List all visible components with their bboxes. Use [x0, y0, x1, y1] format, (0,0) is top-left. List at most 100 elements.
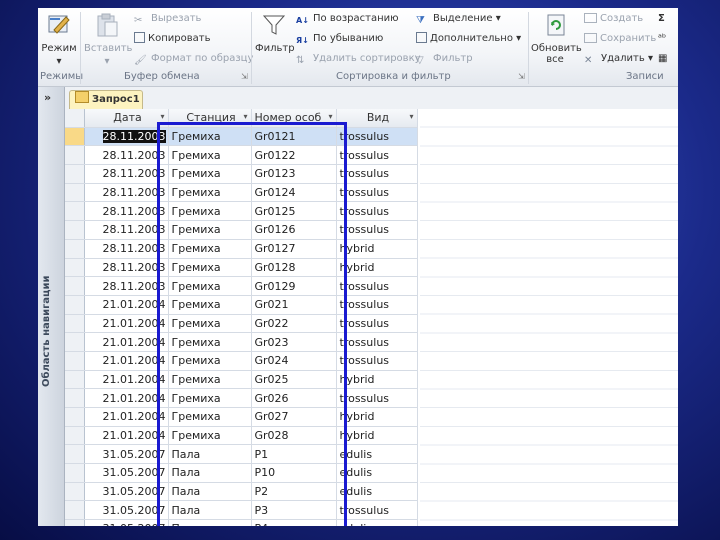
cell-station[interactable]: Гремиха — [168, 183, 252, 203]
cell-station[interactable]: Пала — [168, 444, 252, 465]
cell-species[interactable]: trossulus — [336, 351, 418, 371]
cell-date[interactable]: 21.01.2004 — [84, 332, 169, 352]
remove-sort-button[interactable]: ⇅ Удалить сортировку — [296, 52, 421, 66]
row-selector[interactable] — [65, 351, 85, 371]
cell-species[interactable]: trossulus — [336, 295, 418, 315]
table-row[interactable]: 31.05.2007 Пала P1 edulis — [65, 444, 418, 465]
cell-specimen-number[interactable]: Gr0127 — [251, 239, 337, 259]
cell-species[interactable]: hybrid — [336, 426, 418, 446]
row-selector[interactable] — [65, 426, 85, 446]
cell-species[interactable]: hybrid — [336, 239, 418, 259]
toggle-filter-button[interactable]: ▽ Фильтр — [416, 52, 473, 66]
cell-date[interactable]: 21.01.2004 — [84, 407, 169, 427]
cell-station[interactable]: Гремиха — [168, 220, 252, 240]
row-selector[interactable] — [65, 314, 85, 334]
cell-station[interactable]: Гремиха — [168, 258, 252, 278]
cell-station[interactable]: Гремиха — [168, 145, 252, 166]
cell-date[interactable]: 28.11.2003 — [84, 239, 169, 259]
dropdown-arrow-icon[interactable]: ▾ — [409, 112, 413, 121]
spelling-icon[interactable]: ᵃᵇ — [658, 32, 666, 46]
delete-record-button[interactable]: ✕ Удалить ▾ — [584, 52, 653, 66]
cell-station[interactable]: Пала — [168, 463, 252, 483]
cell-station[interactable]: Гремиха — [168, 127, 252, 147]
cell-specimen-number[interactable]: P1 — [251, 444, 337, 465]
cell-specimen-number[interactable]: P10 — [251, 463, 337, 483]
save-record-button[interactable]: Сохранить — [584, 32, 656, 46]
row-selector[interactable] — [65, 463, 85, 483]
cell-species[interactable]: trossulus — [336, 220, 418, 240]
cell-date[interactable]: 28.11.2003 — [84, 145, 169, 166]
cell-specimen-number[interactable]: Gr0126 — [251, 220, 337, 240]
table-row[interactable]: 28.11.2003 Гремиха Gr0128 hybrid — [65, 258, 418, 278]
cell-specimen-number[interactable]: P4 — [251, 519, 337, 526]
table-row[interactable]: 31.05.2007 Пала P3 trossulus — [65, 500, 418, 521]
row-selector[interactable] — [65, 276, 85, 296]
table-row[interactable]: 21.01.2004 Гремиха Gr021 trossulus — [65, 295, 418, 315]
table-row[interactable]: 28.11.2003 Гремиха Gr0125 trossulus — [65, 201, 418, 222]
row-selector[interactable] — [65, 500, 85, 521]
cell-specimen-number[interactable]: Gr023 — [251, 332, 337, 352]
cell-specimen-number[interactable]: Gr0124 — [251, 183, 337, 203]
cell-species[interactable]: trossulus — [336, 145, 418, 166]
table-row[interactable]: 28.11.2003 Гремиха Gr0124 trossulus — [65, 183, 418, 203]
row-selector[interactable] — [65, 164, 85, 184]
navigation-pane-label[interactable]: Область навигации — [41, 276, 52, 387]
cell-date[interactable]: 28.11.2003 — [84, 220, 169, 240]
cell-specimen-number[interactable]: Gr0125 — [251, 201, 337, 222]
cell-date[interactable]: 28.11.2003 — [84, 276, 169, 296]
cell-specimen-number[interactable]: Gr0123 — [251, 164, 337, 184]
cell-species[interactable]: trossulus — [336, 201, 418, 222]
cell-station[interactable]: Гремиха — [168, 388, 252, 408]
row-selector[interactable] — [65, 370, 85, 390]
row-selector[interactable] — [65, 145, 85, 166]
format-painter-button[interactable]: 🖌 Формат по образцу — [134, 52, 253, 66]
cell-species[interactable]: edulis — [336, 463, 418, 483]
cut-button[interactable]: ✂ Вырезать — [134, 12, 201, 26]
cell-station[interactable]: Гремиха — [168, 407, 252, 427]
row-selector[interactable] — [65, 444, 85, 465]
cell-specimen-number[interactable]: Gr026 — [251, 388, 337, 408]
cell-date[interactable]: 21.01.2004 — [84, 351, 169, 371]
row-selector[interactable] — [65, 201, 85, 222]
cell-specimen-number[interactable]: Gr0121 — [251, 127, 337, 147]
dropdown-arrow-icon[interactable]: ▾ — [243, 112, 247, 121]
cell-specimen-number[interactable]: P3 — [251, 500, 337, 521]
cell-date[interactable]: 31.05.2007 — [84, 500, 169, 521]
dialog-launcher-icon[interactable]: ⇲ — [241, 72, 248, 81]
cell-date[interactable]: 21.01.2004 — [84, 370, 169, 390]
cell-species[interactable]: trossulus — [336, 127, 418, 147]
tab-query1[interactable]: Запрос1 — [69, 90, 143, 110]
column-header-species[interactable]: Вид ▾ — [336, 109, 418, 128]
dropdown-arrow-icon[interactable]: ▾ — [328, 112, 332, 121]
cell-date[interactable]: 21.01.2004 — [84, 388, 169, 408]
row-selector[interactable] — [65, 258, 85, 278]
cell-station[interactable]: Гремиха — [168, 239, 252, 259]
row-selector[interactable] — [65, 519, 85, 526]
table-row[interactable]: 28.11.2003 Гремиха Gr0122 trossulus — [65, 145, 418, 166]
cell-date[interactable]: 21.01.2004 — [84, 426, 169, 446]
table-row[interactable]: 21.01.2004 Гремиха Gr022 trossulus — [65, 314, 418, 334]
cell-date[interactable]: 21.01.2004 — [84, 314, 169, 334]
cell-station[interactable]: Гремиха — [168, 164, 252, 184]
table-row[interactable]: 28.11.2003 Гремиха Gr0126 trossulus — [65, 220, 418, 240]
table-row[interactable]: 31.05.2007 Пала P2 edulis — [65, 482, 418, 502]
table-row[interactable]: 28.11.2003 Гремиха Gr0129 trossulus — [65, 276, 418, 296]
table-row[interactable]: 21.01.2004 Гремиха Gr028 hybrid — [65, 426, 418, 446]
table-row[interactable]: 21.01.2004 Гремиха Gr024 trossulus — [65, 351, 418, 371]
expand-nav-icon[interactable]: » — [44, 91, 51, 104]
table-row[interactable]: 31.05.2007 Пала P10 edulis — [65, 463, 418, 483]
cell-species[interactable]: edulis — [336, 444, 418, 465]
cell-specimen-number[interactable]: Gr0129 — [251, 276, 337, 296]
table-row[interactable]: 28.11.2003 Гремиха Gr0121 trossulus — [65, 127, 418, 147]
cell-date[interactable]: 31.05.2007 — [84, 463, 169, 483]
cell-specimen-number[interactable]: Gr024 — [251, 351, 337, 371]
row-selector[interactable] — [65, 127, 85, 147]
table-row[interactable]: 21.01.2004 Гремиха Gr027 hybrid — [65, 407, 418, 427]
row-selector[interactable] — [65, 183, 85, 203]
cell-specimen-number[interactable]: Gr0128 — [251, 258, 337, 278]
row-selector[interactable] — [65, 388, 85, 408]
cell-specimen-number[interactable]: Gr022 — [251, 314, 337, 334]
column-header-specimen-number[interactable]: Номер особ ▾ — [251, 109, 337, 128]
totals-button[interactable]: Σ — [658, 12, 665, 26]
cell-species[interactable]: hybrid — [336, 258, 418, 278]
